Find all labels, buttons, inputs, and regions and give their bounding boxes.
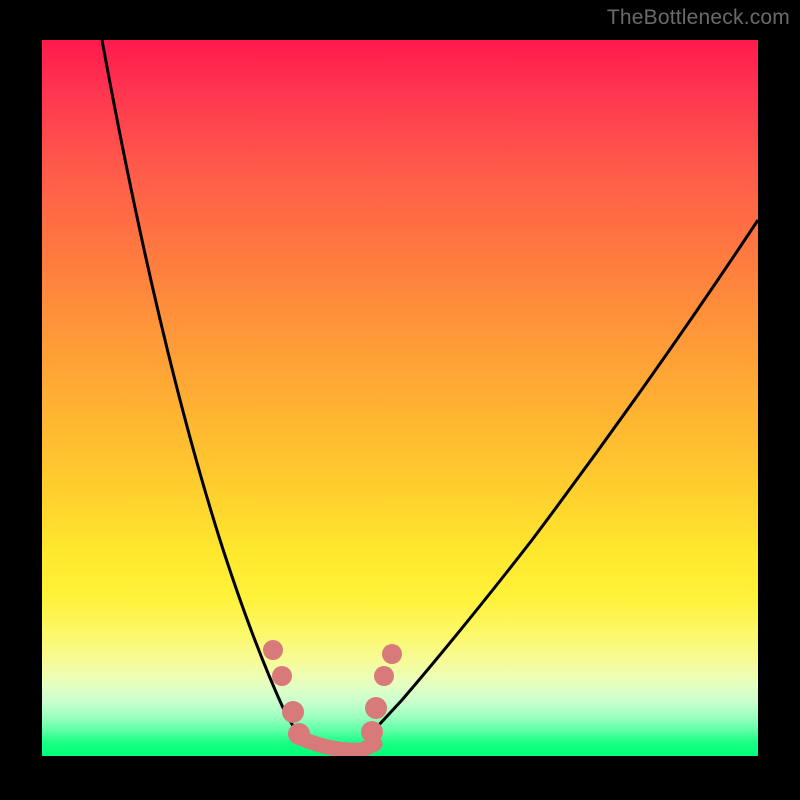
plot-area bbox=[42, 40, 758, 756]
right-dot-3 bbox=[365, 697, 387, 719]
left-dot-4 bbox=[288, 723, 310, 745]
right-dot-1 bbox=[382, 644, 402, 664]
chart-frame: TheBottleneck.com bbox=[0, 0, 800, 800]
right-ascending-curve bbox=[377, 220, 758, 727]
left-dot-1 bbox=[263, 640, 283, 660]
right-dot-2 bbox=[374, 666, 394, 686]
watermark-text: TheBottleneck.com bbox=[607, 6, 790, 30]
left-dot-2 bbox=[272, 666, 292, 686]
right-dot-4 bbox=[361, 721, 383, 743]
left-dot-3 bbox=[282, 701, 304, 723]
bottom-join bbox=[298, 737, 375, 750]
left-descending-curve bbox=[102, 40, 297, 733]
chart-svg bbox=[42, 40, 758, 756]
